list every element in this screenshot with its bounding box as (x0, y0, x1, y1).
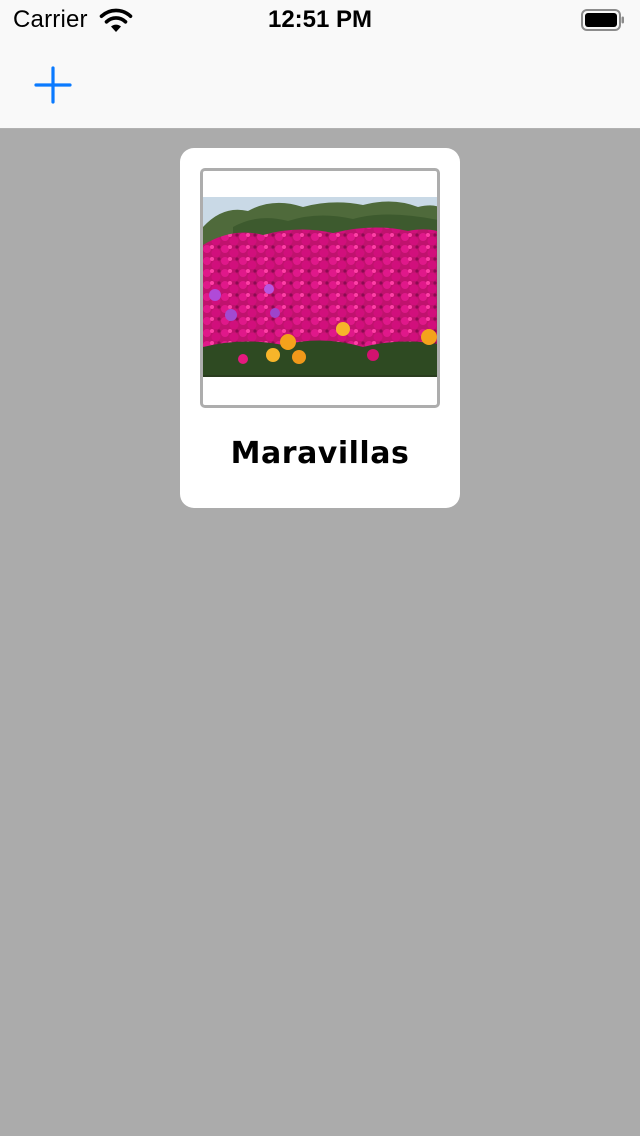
navigation-bar (0, 40, 640, 129)
clock: 12:51 PM (267, 6, 373, 33)
album-title: Maravillas (230, 436, 410, 471)
add-album-button[interactable] (28, 60, 78, 110)
photo-frame (200, 168, 440, 408)
plus-icon (34, 66, 72, 104)
album-card[interactable]: Maravillas (180, 148, 460, 508)
battery-full-icon (581, 9, 624, 31)
album-cover-photo (203, 197, 437, 377)
status-bar: Carrier 12:51 PM (0, 0, 640, 40)
